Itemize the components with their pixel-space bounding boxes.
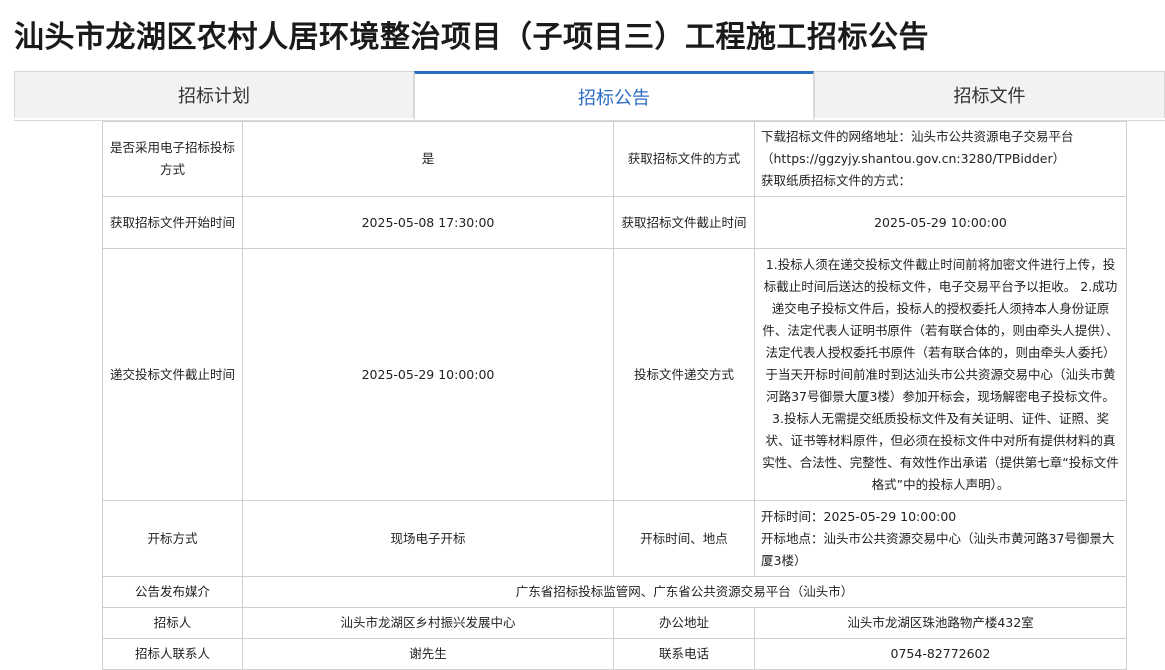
opening-place: 开标地点：汕头市公共资源交易中心（汕头市黄河路37号御景大厦3楼） <box>761 530 1115 568</box>
value-phone: 0754-82772602 <box>754 638 1127 670</box>
label-electronic-bidding: 是否采用电子招标投标方式 <box>102 121 243 197</box>
label-tenderer: 招标人 <box>102 607 243 639</box>
label-publish-media: 公告发布媒介 <box>102 576 243 608</box>
tab-bid-plan[interactable]: 招标计划 <box>14 71 414 118</box>
value-obtain-method: 下载招标文件的网络地址：汕头市公共资源电子交易平台（https://ggzyjy… <box>754 121 1127 197</box>
value-submit-method: 1.投标人须在递交投标文件截止时间前将加密文件进行上传，投标截止时间后送达的投标… <box>754 248 1127 501</box>
announcement-table: 是否采用电子招标投标方式 是 获取招标文件的方式 下载招标文件的网络地址：汕头市… <box>102 121 1127 670</box>
label-submit-deadline: 递交投标文件截止时间 <box>102 248 243 501</box>
tab-bid-documents[interactable]: 招标文件 <box>814 71 1165 118</box>
value-publish-media: 广东省招标投标监管网、广东省公共资源交易平台（汕头市） <box>242 576 1127 608</box>
obtain-method-online: 下载招标文件的网络地址：汕头市公共资源电子交易平台（https://ggzyjy… <box>761 129 1074 166</box>
table-row: 招标人 汕头市龙湖区乡村振兴发展中心 办公地址 汕头市龙湖区珠池路物产楼432室 <box>102 607 1127 639</box>
label-submit-method: 投标文件递交方式 <box>613 248 755 501</box>
value-obtain-start: 2025-05-08 17:30:00 <box>242 196 614 249</box>
announcement-table-container: 是否采用电子招标投标方式 是 获取招标文件的方式 下载招标文件的网络地址：汕头市… <box>102 121 1127 670</box>
value-tenderer: 汕头市龙湖区乡村振兴发展中心 <box>242 607 614 639</box>
obtain-method-paper: 获取纸质招标文件的方式： <box>761 173 912 188</box>
value-opening-time-place: 开标时间：2025-05-29 10:00:00 开标地点：汕头市公共资源交易中… <box>754 500 1127 577</box>
value-tenderer-contact: 谢先生 <box>242 638 614 670</box>
opening-time: 开标时间：2025-05-29 10:00:00 <box>761 508 957 524</box>
page-title: 汕头市龙湖区农村人居环境整治项目（子项目三）工程施工招标公告 <box>14 20 929 55</box>
table-row: 开标方式 现场电子开标 开标时间、地点 开标时间：2025-05-29 10:0… <box>102 500 1127 577</box>
table-row: 是否采用电子招标投标方式 是 获取招标文件的方式 下载招标文件的网络地址：汕头市… <box>102 121 1127 197</box>
table-row: 招标人联系人 谢先生 联系电话 0754-82772602 <box>102 638 1127 670</box>
value-electronic-bidding: 是 <box>242 121 614 197</box>
value-opening-method: 现场电子开标 <box>242 500 614 577</box>
table-row: 获取招标文件开始时间 2025-05-08 17:30:00 获取招标文件截止时… <box>102 196 1127 249</box>
label-office-address: 办公地址 <box>613 607 755 639</box>
label-obtain-method: 获取招标文件的方式 <box>613 121 755 197</box>
value-submit-deadline: 2025-05-29 10:00:00 <box>242 248 614 501</box>
label-obtain-end: 获取招标文件截止时间 <box>613 196 755 249</box>
label-phone: 联系电话 <box>613 638 755 670</box>
label-opening-method: 开标方式 <box>102 500 243 577</box>
label-tenderer-contact: 招标人联系人 <box>102 638 243 670</box>
value-obtain-end: 2025-05-29 10:00:00 <box>754 196 1127 249</box>
tab-bid-announcement[interactable]: 招标公告 <box>414 71 814 120</box>
value-office-address: 汕头市龙湖区珠池路物产楼432室 <box>754 607 1127 639</box>
table-row: 公告发布媒介 广东省招标投标监管网、广东省公共资源交易平台（汕头市） <box>102 576 1127 608</box>
label-obtain-start: 获取招标文件开始时间 <box>102 196 243 249</box>
label-opening-time-place: 开标时间、地点 <box>613 500 755 577</box>
tab-bar: 招标计划 招标公告 招标文件 <box>14 71 1165 121</box>
table-row: 递交投标文件截止时间 2025-05-29 10:00:00 投标文件递交方式 … <box>102 248 1127 501</box>
